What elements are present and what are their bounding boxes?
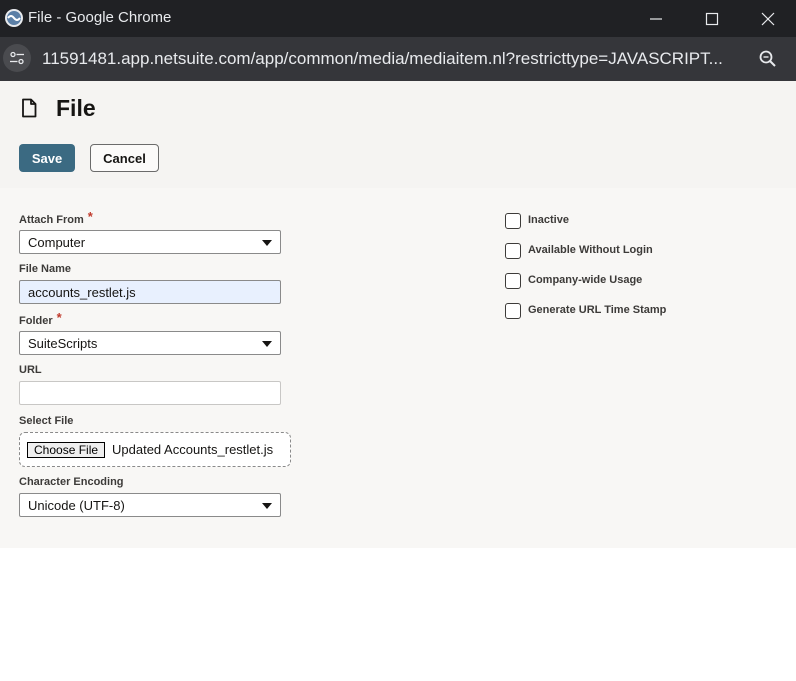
folder-select[interactable]: SuiteScripts (19, 331, 281, 355)
file-name-value: accounts_restlet.js (28, 285, 136, 300)
url-text[interactable]: 11591481.app.netsuite.com/app/common/med… (42, 49, 742, 69)
zoom-icon[interactable] (758, 49, 778, 69)
required-marker: * (87, 209, 93, 224)
maximize-icon (705, 12, 719, 25)
file-picker[interactable]: Choose File Updated Accounts_restlet.js (19, 432, 291, 467)
page-content: File Save Cancel Attach From * Computer F… (0, 81, 796, 681)
window-title: File - Google Chrome (28, 9, 172, 26)
chevron-down-icon (262, 240, 272, 246)
minimize-icon (650, 17, 662, 20)
close-button[interactable] (740, 0, 796, 37)
encoding-value: Unicode (UTF-8) (28, 498, 125, 513)
close-icon (761, 12, 775, 25)
folder-label: Folder * (19, 310, 62, 327)
chrome-app-icon (5, 9, 23, 27)
encoding-select[interactable]: Unicode (UTF-8) (19, 493, 281, 517)
checkbox-label: Company-wide Usage (528, 274, 643, 286)
checkbox-label: Generate URL Time Stamp (528, 304, 667, 316)
maximize-button[interactable] (684, 0, 740, 37)
file-icon (22, 98, 37, 118)
chevron-down-icon (262, 341, 272, 347)
address-bar[interactable]: 11591481.app.netsuite.com/app/common/med… (0, 37, 796, 81)
chevron-down-icon (262, 503, 272, 509)
attach-from-value: Computer (28, 235, 86, 250)
page-title: File (56, 95, 96, 121)
checkbox-box[interactable] (505, 303, 521, 319)
checkbox-box[interactable] (505, 243, 521, 259)
file-name-input[interactable]: accounts_restlet.js (19, 280, 281, 304)
checkbox-label: Inactive (528, 214, 569, 226)
save-button[interactable]: Save (19, 144, 75, 172)
cancel-button[interactable]: Cancel (90, 144, 159, 172)
url-label: URL (19, 364, 42, 376)
site-info-icon (10, 51, 24, 65)
chosen-file-name: Updated Accounts_restlet.js (112, 442, 274, 457)
title-bar: File - Google Chrome (0, 0, 796, 37)
attach-from-select[interactable]: Computer (19, 230, 281, 254)
checkbox-box[interactable] (505, 273, 521, 289)
file-name-label: File Name (19, 263, 71, 275)
checkbox-label: Available Without Login (528, 244, 653, 256)
required-marker: * (56, 310, 62, 325)
folder-value: SuiteScripts (28, 336, 98, 351)
minimize-button[interactable] (628, 0, 684, 37)
attach-from-label: Attach From * (19, 209, 93, 226)
form-area: Attach From * Computer File Name accounts… (0, 188, 796, 548)
checkbox-box[interactable] (505, 213, 521, 229)
site-info-button[interactable] (3, 44, 31, 72)
url-input[interactable] (19, 381, 281, 405)
choose-file-button[interactable]: Choose File (27, 442, 106, 458)
select-file-label: Select File (19, 415, 74, 427)
page-header: File Save Cancel (0, 81, 796, 188)
encoding-label: Character Encoding (19, 476, 124, 488)
